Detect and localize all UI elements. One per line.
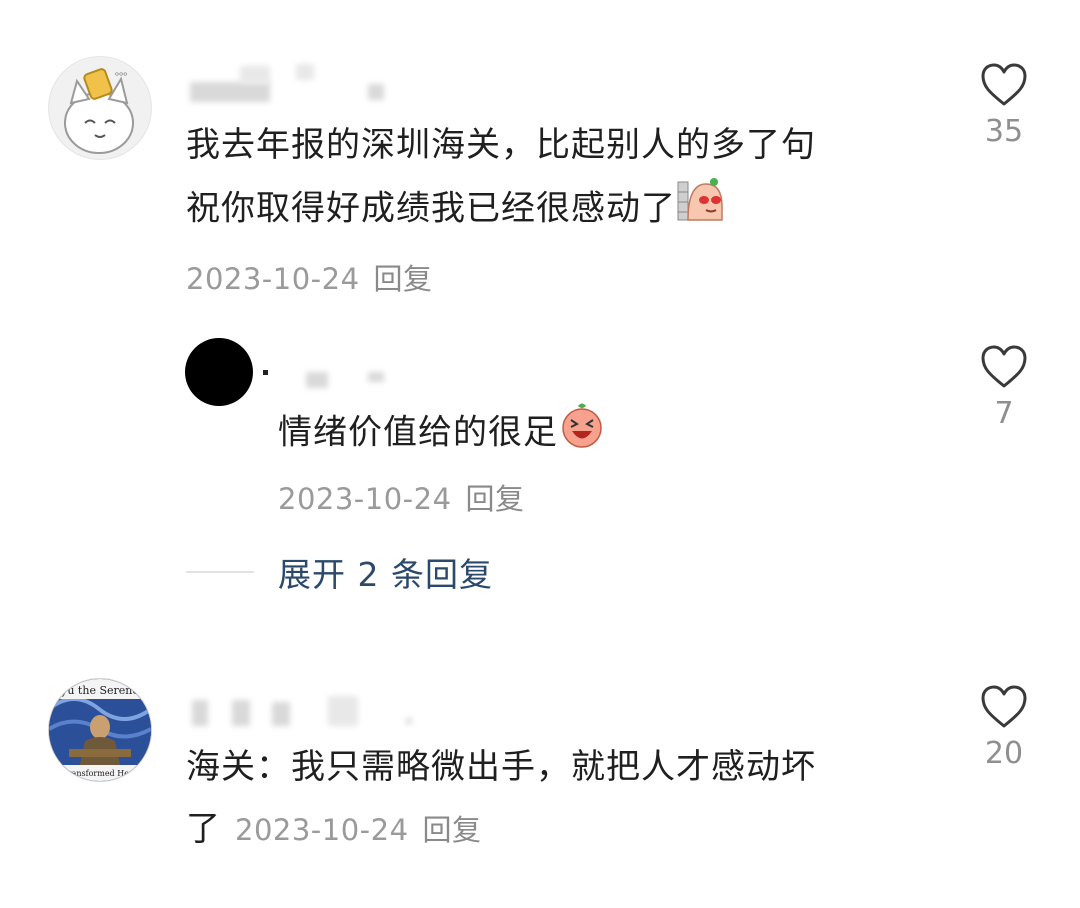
reply-item: 情绪价值给的很足 2023-10-24 回复 7 <box>0 330 1080 530</box>
reply-button[interactable]: 回复 <box>423 813 482 847</box>
comment-text-line: 祝你取得好成绩我已经很感动了 <box>186 176 946 244</box>
like-button[interactable]: 7 <box>968 344 1040 431</box>
laughing-face-emoji-icon <box>558 400 606 468</box>
like-button[interactable]: 35 <box>968 62 1040 149</box>
svg-text:Transformed Hero: Transformed Hero <box>62 769 137 778</box>
svg-text:ᵒᵒᵒ: ᵒᵒᵒ <box>115 71 127 82</box>
comment-meta: 2023-10-24 回复 <box>235 813 482 847</box>
comment-text: 我去年报的深圳海关，比起别人的多了句 祝你取得好成绩我已经很感动了 <box>186 114 946 244</box>
heart-outline-icon <box>981 685 1027 728</box>
comment-text-line: 了 2023-10-24 回复 <box>186 809 482 849</box>
reply-date: 2023-10-24 <box>278 482 452 516</box>
like-count: 7 <box>994 396 1014 431</box>
user-avatar[interactable]: ᵒᵒᵒ <box>48 56 152 160</box>
reply-meta: 2023-10-24 回复 <box>278 476 525 518</box>
comment-meta: 2023-10-24 回复 <box>186 256 433 298</box>
expand-replies-label[interactable]: 展开 2 条回复 <box>278 548 493 596</box>
like-count: 20 <box>984 736 1024 771</box>
comment-item: yu the Serene Transformed Hero 海关：我只需略微出… <box>0 670 1080 900</box>
reply-button[interactable]: 回复 <box>374 262 433 296</box>
heart-outline-icon <box>981 63 1027 106</box>
like-button[interactable]: 20 <box>968 684 1040 771</box>
comment-text-line: 我去年报的深圳海关，比起别人的多了句 <box>186 125 816 165</box>
heart-outline-icon <box>981 345 1027 388</box>
comment-date: 2023-10-24 <box>235 813 409 847</box>
comment-text: 海关：我只需略微出手，就把人才感动坏 了 2023-10-24 回复 <box>186 736 946 861</box>
user-avatar[interactable]: yu the Serene Transformed Hero <box>48 678 152 782</box>
comment-item: ᵒᵒᵒ 我去年报的深圳海关，比起别人的多了句 祝你取得好成绩我已经很感动了 20… <box>0 0 1080 300</box>
reply-button[interactable]: 回复 <box>466 482 525 516</box>
comment-date: 2023-10-24 <box>186 262 360 296</box>
reply-user-avatar[interactable] <box>185 338 253 406</box>
svg-text:yu the Serene: yu the Serene <box>60 684 139 697</box>
like-count: 35 <box>984 114 1024 149</box>
cat-avatar-icon: ᵒᵒᵒ <box>64 68 134 154</box>
comment-text-line: 海关：我只需略微出手，就把人才感动坏 <box>186 747 816 787</box>
peeking-face-emoji-icon <box>676 176 724 244</box>
reply-text: 情绪价值给的很足 <box>278 400 606 468</box>
artwork-avatar-icon: yu the Serene Transformed Hero <box>49 679 151 781</box>
expand-divider <box>186 571 254 573</box>
